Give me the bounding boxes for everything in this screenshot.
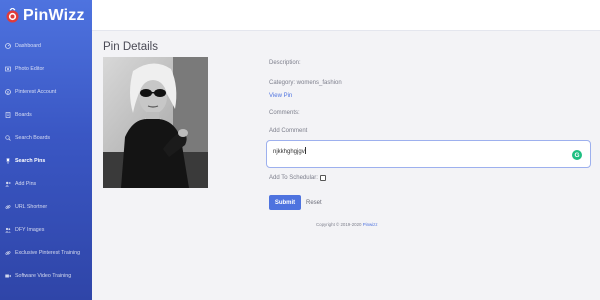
dashboard-icon (5, 42, 11, 49)
logo-text: PinWizz (23, 7, 85, 24)
sidebar-nav: Dashboard Photo Editor p Pinterest Accou… (0, 34, 92, 287)
link-icon (5, 204, 11, 210)
copyright-text: Copyright © 2019-2020 (316, 222, 363, 227)
sidebar: PinWizz Dashboard Photo Editor p Pintere… (0, 0, 92, 300)
sidebar-item-boards[interactable]: Boards (0, 103, 92, 126)
add-to-scheduler: Add To Schedular: (269, 175, 326, 181)
footer-copyright: Copyright © 2019-2020 Pinwizz (316, 222, 378, 227)
grammarly-icon[interactable]: G (572, 150, 582, 160)
sidebar-item-search-pins[interactable]: Search Pins (0, 149, 92, 172)
sidebar-item-software-video-training[interactable]: Software Video Training (0, 264, 92, 287)
pin-image (103, 57, 208, 188)
topbar (92, 0, 600, 31)
pinwizz-logo-icon (6, 7, 19, 24)
submit-button[interactable]: Submit (269, 195, 301, 210)
sidebar-item-label: Pinterest Account (15, 88, 57, 95)
sidebar-item-label: Photo Editor (15, 65, 45, 72)
sidebar-item-dashboard[interactable]: Dashboard (0, 34, 92, 57)
view-pin-link[interactable]: View Pin (269, 93, 292, 99)
sidebar-item-pinterest-account[interactable]: p Pinterest Account (0, 80, 92, 103)
comment-input-value: njkkhghgjgv (273, 149, 305, 155)
sidebar-item-photo-editor[interactable]: Photo Editor (0, 57, 92, 80)
add-to-scheduler-checkbox[interactable] (319, 175, 326, 181)
footer-brand-link[interactable]: Pinwizz (363, 222, 378, 227)
add-to-scheduler-label: Add To Schedular: (269, 175, 318, 181)
video-icon (5, 273, 11, 279)
sidebar-item-label: Dashboard (15, 42, 41, 49)
boards-icon (5, 111, 11, 118)
reset-button[interactable]: Reset (306, 195, 322, 210)
sidebar-item-label: Boards (15, 111, 32, 118)
sidebar-item-label: URL Shortner (15, 203, 48, 210)
category-label: Category: womens_fashion (269, 80, 342, 86)
comment-input[interactable]: njkkhghgjgv G (266, 140, 591, 168)
logo[interactable]: PinWizz (0, 0, 92, 32)
sidebar-item-label: Search Pins (15, 157, 46, 164)
svg-text:p: p (7, 89, 10, 94)
sidebar-item-dfy-images[interactable]: DFY Images (0, 218, 92, 241)
add-user-icon (5, 181, 11, 187)
sidebar-item-label: Add Pins (15, 180, 37, 187)
sidebar-item-add-pins[interactable]: Add Pins (0, 172, 92, 195)
description-label: Description: (269, 60, 301, 66)
users-icon (5, 227, 11, 233)
sidebar-item-url-shortner[interactable]: URL Shortner (0, 195, 92, 218)
page-title: Pin Details (103, 41, 158, 53)
sidebar-item-search-boards[interactable]: Search Boards (0, 126, 92, 149)
photo-editor-icon (5, 66, 11, 72)
sidebar-item-label: DFY Images (15, 226, 45, 233)
pinterest-icon: p (5, 88, 11, 95)
sidebar-item-label: Exclusive Pinterest Training (15, 249, 81, 256)
sidebar-item-label: Search Boards (15, 134, 51, 141)
text-cursor (305, 147, 306, 154)
pin-icon (5, 158, 11, 164)
add-comment-label: Add Comment (269, 128, 308, 134)
sidebar-item-exclusive-pinterest-training[interactable]: Exclusive Pinterest Training (0, 241, 92, 264)
sidebar-item-label: Software Video Training (15, 272, 72, 279)
comments-label: Comments: (269, 110, 300, 116)
link-icon (5, 250, 11, 256)
search-icon (5, 134, 11, 141)
